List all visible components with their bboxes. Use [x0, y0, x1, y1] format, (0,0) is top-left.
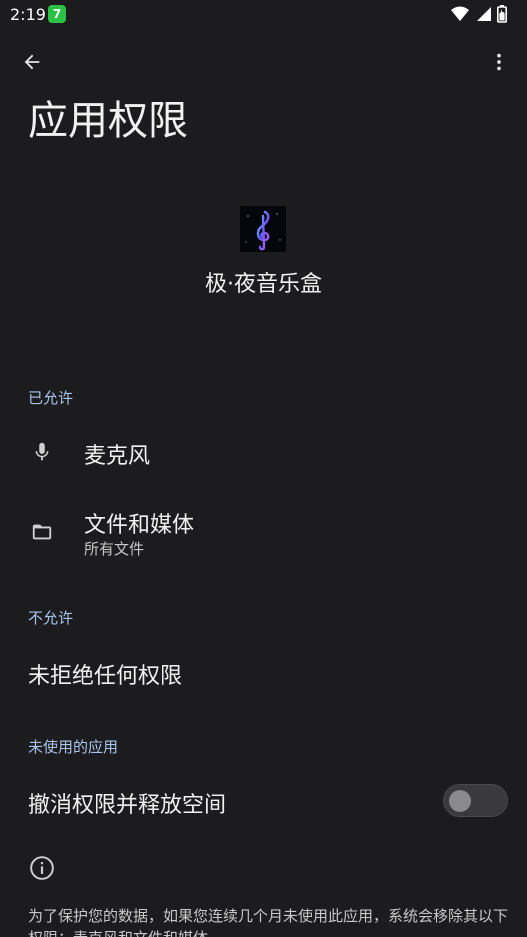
back-button[interactable] [16, 46, 48, 78]
app-icon [240, 206, 286, 252]
microphone-icon [28, 438, 56, 466]
section-header-not-allowed: 不允许 [28, 609, 74, 627]
toggle-knob [449, 790, 471, 812]
permission-row-files-media[interactable]: 文件和媒体 所有文件 [0, 498, 527, 568]
permission-subtitle: 所有文件 [84, 540, 145, 558]
notification-badge: 7 [48, 5, 66, 23]
permission-row-microphone[interactable]: 麦克风 [0, 424, 527, 482]
no-denied-permissions-text: 未拒绝任何权限 [28, 664, 183, 689]
section-header-allowed: 已允许 [28, 389, 74, 407]
wifi-icon [451, 6, 469, 26]
info-icon [28, 854, 56, 882]
toolbar [0, 38, 527, 86]
battery-icon [497, 5, 507, 27]
unused-apps-description: 为了保护您的数据，如果您连续几个月未使用此应用，系统会移除其以下权限：麦克风和文… [28, 907, 509, 937]
arrow-back-icon [24, 54, 40, 70]
permission-title: 麦克风 [84, 444, 151, 469]
revoke-permissions-toggle[interactable] [443, 784, 508, 817]
permission-title: 文件和媒体 [84, 513, 195, 538]
section-header-unused-apps: 未使用的应用 [28, 738, 119, 756]
revoke-permissions-label: 撤消权限并释放空间 [28, 793, 227, 818]
status-bar: 2:19 7 [0, 0, 527, 30]
more-vert-icon [497, 53, 501, 71]
folder-icon [28, 518, 56, 546]
music-note-icon [240, 206, 286, 252]
app-name: 极·夜音乐盒 [205, 272, 322, 297]
page-title: 应用权限 [28, 98, 188, 144]
more-options-button[interactable] [483, 46, 515, 78]
status-time: 2:19 [10, 5, 46, 24]
signal-icon [475, 6, 491, 26]
status-icons [451, 5, 507, 27]
